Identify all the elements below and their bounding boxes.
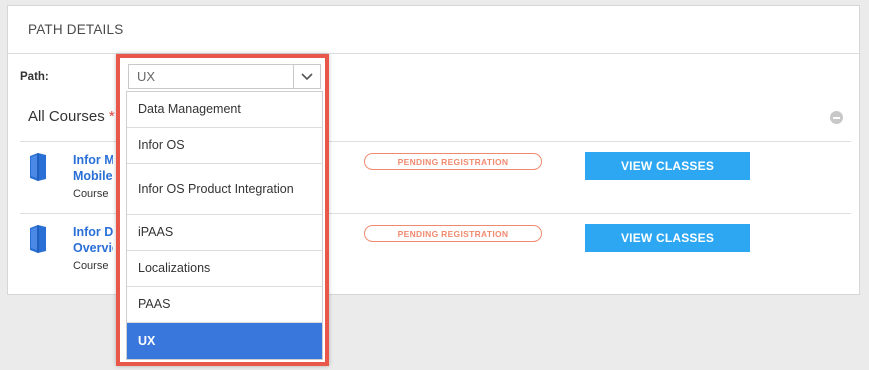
required-marker: * <box>108 108 115 125</box>
panel-title: PATH DETAILS <box>8 6 859 54</box>
course-title-line: Mobile T <box>73 169 113 183</box>
view-classes-button[interactable]: VIEW CLASSES <box>585 224 750 252</box>
course-title-line: Infor Do <box>73 225 113 239</box>
course-title-line: Overview <box>73 241 113 255</box>
all-courses-label: All Courses <box>28 108 105 125</box>
course-type: Course <box>73 188 109 200</box>
path-option-localizations[interactable]: Localizations <box>127 251 322 287</box>
view-classes-button[interactable]: VIEW CLASSES <box>585 152 750 180</box>
course-title-line: Infor Mi <box>73 153 113 167</box>
status-badge: PENDING REGISTRATION <box>364 153 542 170</box>
path-options-list: Data Management Infor OS Infor OS Produc… <box>126 91 323 360</box>
path-option-ux[interactable]: UX <box>127 323 322 359</box>
path-select-value: UX <box>137 69 156 84</box>
path-option-infor-os-product-integration[interactable]: Infor OS Product Integration <box>127 164 322 215</box>
course-type: Course <box>73 260 109 272</box>
path-dropdown-highlight: UX Data Management Infor OS Infor OS Pro… <box>116 54 329 366</box>
path-option-data-management[interactable]: Data Management <box>127 92 322 128</box>
path-option-ipaas[interactable]: iPAAS <box>127 215 322 251</box>
path-option-paas[interactable]: PAAS <box>127 287 322 323</box>
status-badge: PENDING REGISTRATION <box>364 225 542 242</box>
path-select[interactable]: UX <box>128 64 321 89</box>
path-option-infor-os[interactable]: Infor OS <box>127 128 322 164</box>
chevron-down-icon[interactable] <box>293 65 320 88</box>
book-icon <box>30 225 46 253</box>
all-courses-title: All Courses * <box>28 108 115 125</box>
course-title-link[interactable]: Infor Do Overview <box>73 224 113 256</box>
course-title-link[interactable]: Infor Mi Mobile T <box>73 152 113 184</box>
minus-circle-icon[interactable] <box>830 111 843 124</box>
path-label: Path: <box>20 71 49 83</box>
book-icon <box>30 153 46 181</box>
